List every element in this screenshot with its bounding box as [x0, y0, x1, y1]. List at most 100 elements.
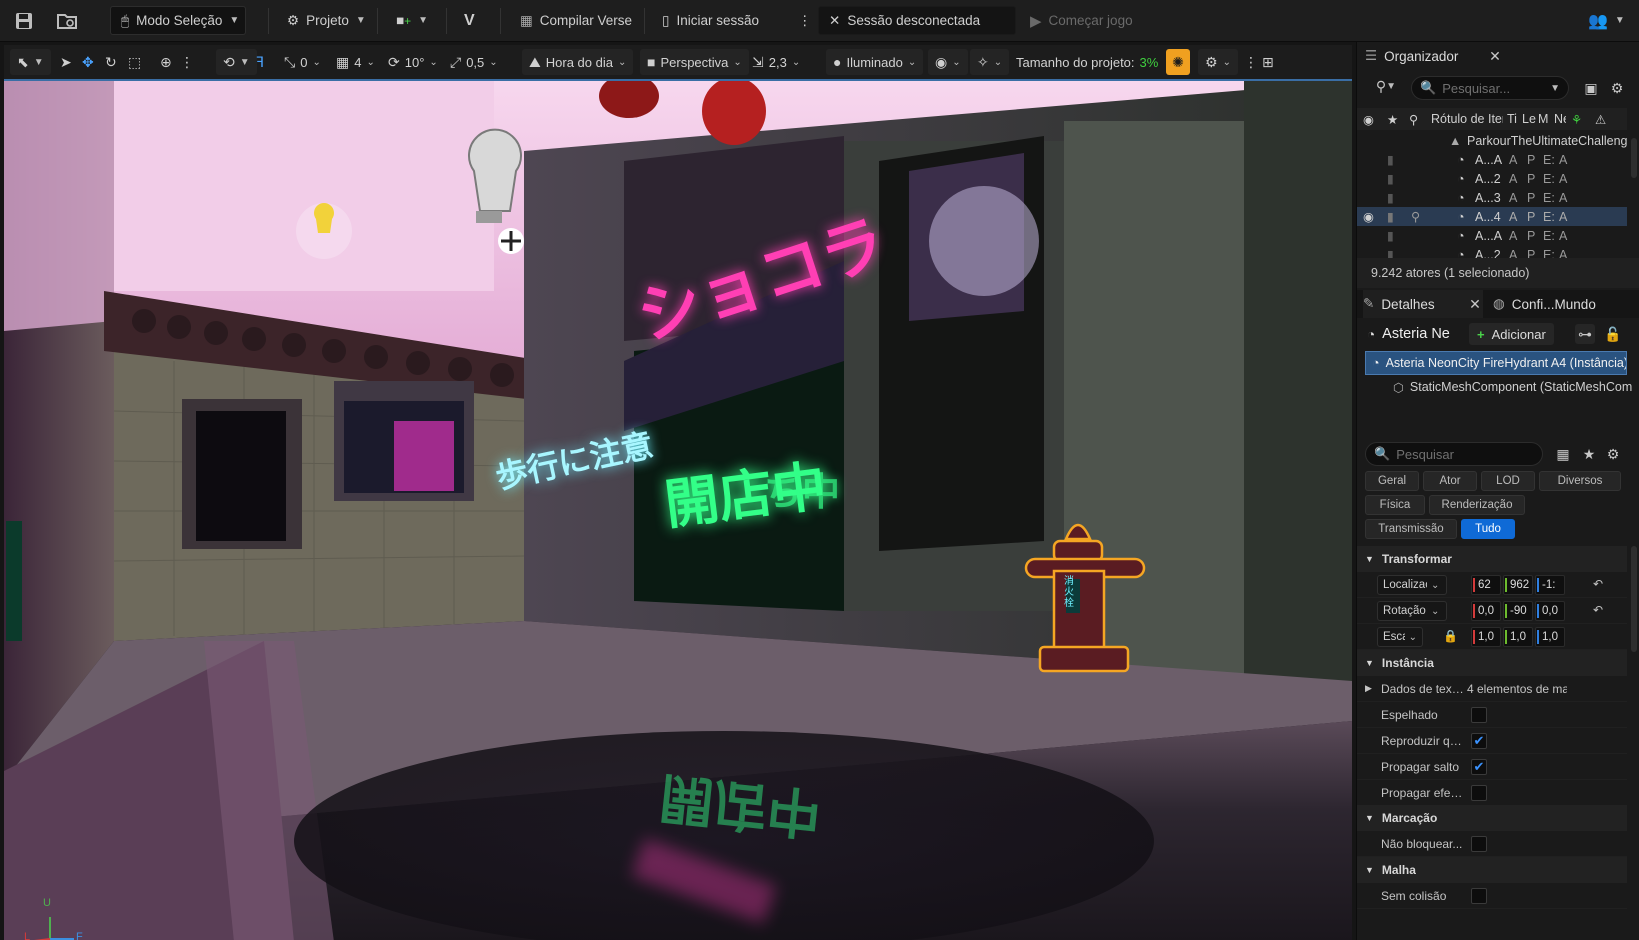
- column-type[interactable]: Ti: [1507, 112, 1517, 126]
- section-instance[interactable]: ▼ Instância: [1357, 650, 1627, 676]
- scale-x-field[interactable]: 1,0: [1471, 627, 1501, 647]
- outliner-root-row[interactable]: ▲ ParkourTheUltimateChallenge: [1357, 131, 1627, 150]
- star-icon[interactable]: ★: [1387, 112, 1398, 127]
- outliner-row[interactable]: ▮ ◔ A...A A P E: A: [1357, 226, 1627, 245]
- category-misc[interactable]: Diversos: [1539, 471, 1621, 491]
- outliner-row-selected[interactable]: ◉ ▮ ⚲ ◔ A...4 A P E: A: [1357, 207, 1627, 226]
- performance-icon[interactable]: ✺: [1166, 49, 1190, 75]
- column-level[interactable]: Le: [1522, 112, 1536, 126]
- pin-icon[interactable]: ⚲: [1409, 112, 1418, 127]
- rotate-icon[interactable]: ↻: [105, 49, 117, 75]
- compile-verse-button[interactable]: ▦ Compilar Verse: [520, 6, 632, 35]
- location-mode-dropdown[interactable]: Localização⌄: [1377, 575, 1447, 595]
- section-transform[interactable]: ▼ Transformar: [1357, 546, 1627, 572]
- expand-icon[interactable]: ▶: [1365, 683, 1372, 694]
- category-rendering[interactable]: Renderização: [1429, 495, 1525, 515]
- add-content-menu[interactable]: ■+ ▼: [396, 6, 428, 35]
- select-tool-dropdown[interactable]: ⬉ ▼: [10, 49, 51, 75]
- transform-snap-dropdown[interactable]: ⟲ ▼: [216, 49, 257, 75]
- category-streaming[interactable]: Transmissão: [1365, 519, 1457, 539]
- more-options-icon[interactable]: ⋮: [798, 6, 812, 35]
- rotation-z-field[interactable]: 0,0: [1535, 601, 1565, 621]
- more-options-icon[interactable]: ⋮: [1244, 49, 1258, 75]
- select-mode-icon[interactable]: ➤: [60, 49, 72, 75]
- collaborators-icon[interactable]: 👥 ▼: [1588, 6, 1625, 35]
- eye-icon[interactable]: ◉: [1363, 209, 1374, 224]
- component-root-row[interactable]: ◔ Asteria NeonCity FireHydrant A4 (Instâ…: [1365, 351, 1627, 375]
- details-search-input[interactable]: 🔍 Pesquisar: [1365, 442, 1543, 466]
- lock-icon[interactable]: 🔓: [1603, 324, 1623, 344]
- eye-icon[interactable]: ◉: [1363, 112, 1374, 127]
- grid-snap-toggle[interactable]: ⤡ 0 ⌄: [284, 49, 321, 75]
- surface-snap-icon[interactable]: ꟻ: [256, 49, 264, 75]
- outliner-row[interactable]: ▮ ◔ A...A A P E: A: [1357, 150, 1627, 169]
- category-general[interactable]: Geral: [1365, 471, 1419, 491]
- no-block-checkbox[interactable]: [1471, 835, 1487, 852]
- filter-icon[interactable]: ⚲ ▼: [1369, 76, 1403, 96]
- section-mesh[interactable]: ▼ Malha: [1357, 857, 1627, 883]
- tab-outliner[interactable]: ☰ Organizador: [1365, 42, 1458, 70]
- table-view-icon[interactable]: ▦: [1553, 444, 1573, 464]
- column-mobility[interactable]: M: [1538, 112, 1548, 126]
- outliner-row[interactable]: ▮ ◔ A...3 A P E: A: [1357, 188, 1627, 207]
- pin-icon[interactable]: ⚲: [1411, 209, 1420, 224]
- category-lod[interactable]: LOD: [1481, 471, 1535, 491]
- show-flags-dropdown[interactable]: ◉ ⌄: [928, 49, 968, 75]
- close-icon[interactable]: ✕: [1465, 294, 1485, 314]
- rotation-y-field[interactable]: -90: [1503, 601, 1533, 621]
- translate-icon[interactable]: ✥: [82, 49, 94, 75]
- project-menu[interactable]: ⚙ Projeto ▼: [287, 6, 366, 35]
- scale-icon[interactable]: ⬚: [128, 49, 141, 75]
- play-fall-checkbox[interactable]: ✔: [1471, 732, 1487, 749]
- scale-mode-dropdown[interactable]: Escala⌄: [1377, 627, 1423, 647]
- more-options-icon[interactable]: ⋮: [180, 49, 194, 75]
- category-all[interactable]: Tudo: [1461, 519, 1515, 539]
- category-actor[interactable]: Ator: [1423, 471, 1477, 491]
- tab-world-settings[interactable]: ◍ Confi...Mundo: [1493, 290, 1596, 318]
- time-of-day-dropdown[interactable]: ⛰ Hora do dia ⌄: [522, 49, 634, 75]
- lighting-mode-dropdown[interactable]: ● Iluminado ⌄: [826, 49, 924, 75]
- location-y-field[interactable]: 962: [1503, 575, 1533, 595]
- blueprint-icon[interactable]: ⊶: [1575, 324, 1595, 344]
- level-viewport[interactable]: ショコラ 開店中 ち中 歩行に注意 消火栓 開店中 U L F: [4, 79, 1352, 940]
- outliner-search-input[interactable]: 🔍 Pesquisar... ▼: [1411, 76, 1569, 100]
- new-folder-icon[interactable]: ▣: [1581, 78, 1601, 98]
- viewport-settings-dropdown[interactable]: ⚙ ⌄: [1198, 49, 1238, 75]
- outliner-scrollbar[interactable]: [1631, 138, 1637, 178]
- reset-icon[interactable]: ↶: [1593, 603, 1603, 617]
- rotation-x-field[interactable]: 0,0: [1471, 601, 1501, 621]
- realtime-dropdown[interactable]: ✧ ⌄: [970, 49, 1010, 75]
- save-icon[interactable]: [14, 6, 34, 35]
- scale-y-field[interactable]: 1,0: [1503, 627, 1533, 647]
- close-icon[interactable]: ✕: [1485, 46, 1505, 66]
- world-space-icon[interactable]: ⊕: [160, 49, 172, 75]
- outliner-row[interactable]: ▮ ◔ A...2 A P E: A: [1357, 169, 1627, 188]
- location-z-field[interactable]: -1:: [1535, 575, 1565, 595]
- start-session-button[interactable]: ▯ Iniciar sessão: [662, 6, 759, 35]
- gear-icon[interactable]: ⚙: [1603, 444, 1623, 464]
- reset-icon[interactable]: ↶: [1593, 577, 1603, 591]
- no-collision-checkbox[interactable]: [1471, 887, 1487, 904]
- scale-snap-toggle[interactable]: ⤢ 0,5 ⌄: [450, 49, 498, 75]
- layout-icon[interactable]: ⊞: [1262, 49, 1274, 75]
- add-component-button[interactable]: + Adicionar: [1469, 323, 1554, 345]
- mirrored-checkbox[interactable]: [1471, 706, 1487, 723]
- start-game-button[interactable]: ▶ Começar jogo: [1030, 6, 1133, 35]
- selection-mode-dropdown[interactable]: 🖱 Modo Seleção ▼: [110, 6, 246, 35]
- location-x-field[interactable]: 62: [1471, 575, 1501, 595]
- actor-name-field[interactable]: Asteria Ne: [1382, 326, 1450, 342]
- category-physics[interactable]: Física: [1365, 495, 1425, 515]
- content-browser-icon[interactable]: [56, 6, 78, 35]
- details-scrollbar[interactable]: [1631, 546, 1637, 652]
- component-child-row[interactable]: ⬡ StaticMeshComponent (StaticMeshCompone…: [1393, 376, 1633, 398]
- grid-size-toggle[interactable]: ▦ 4 ⌄: [336, 49, 375, 75]
- rotation-mode-dropdown[interactable]: Rotação ⌄: [1377, 601, 1447, 621]
- propagate-jump-checkbox[interactable]: ✔: [1471, 758, 1487, 775]
- section-tagging[interactable]: ▼ Marcação: [1357, 805, 1627, 831]
- column-network[interactable]: Ne: [1554, 112, 1566, 126]
- star-icon[interactable]: ★: [1579, 444, 1599, 464]
- perspective-dropdown[interactable]: ■ Perspectiva ⌄: [640, 49, 749, 75]
- scale-z-field[interactable]: 1,0: [1535, 627, 1565, 647]
- verse-icon[interactable]: V: [464, 6, 475, 35]
- propagate-effect-checkbox[interactable]: [1471, 784, 1487, 801]
